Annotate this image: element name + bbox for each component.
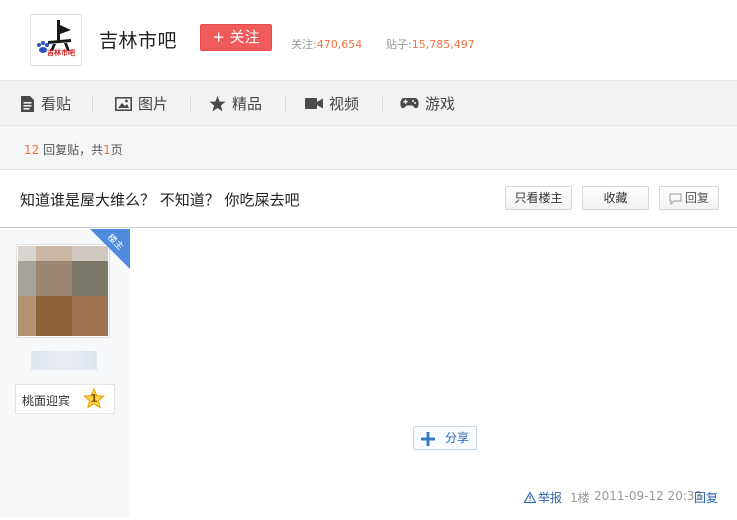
- favorite-button[interactable]: 收藏: [582, 186, 649, 210]
- nav-item-videos[interactable]: 视频: [305, 81, 359, 126]
- warning-icon: [524, 492, 536, 503]
- nav-divider: [285, 97, 286, 111]
- thread-title: 知道谁是屋大维么？ 不知道？ 你吃屎去吧: [20, 191, 300, 209]
- nav-label-videos: 视频: [329, 95, 360, 113]
- thread-title-bar: 知道谁是屋大维么？ 不知道？ 你吃屎去吧 只看楼主 收藏 回复: [0, 170, 737, 228]
- reply-count: 12: [24, 143, 40, 157]
- nav-label-featured: 精品: [232, 95, 263, 113]
- report-link[interactable]: 举报: [524, 489, 562, 506]
- nav-label-posts: 看贴: [41, 95, 72, 113]
- document-icon: [21, 95, 34, 112]
- speech-bubble-icon: [669, 193, 682, 206]
- posts-stat-count: 15,785,497: [411, 38, 475, 51]
- plus-share-icon: [421, 432, 435, 446]
- bar-name[interactable]: 吉林市吧: [99, 26, 177, 53]
- forum-header: 吉林市吧 吉林市吧 + 关注 关注:470,654 贴子:15,785,497: [0, 0, 737, 80]
- post-reply-link[interactable]: 回复: [694, 489, 718, 506]
- username-redacted[interactable]: [31, 351, 97, 370]
- bar-logo[interactable]: 吉林市吧: [30, 14, 82, 66]
- report-label: 举报: [538, 491, 563, 505]
- reply-button-label: 回复: [684, 191, 709, 205]
- user-level-tag[interactable]: 桃面迎宾 1: [15, 384, 115, 414]
- post-floor-1: 楼主 桃面迎宾 1 分享 举报 1楼 2011-09-12 20:33 回复: [0, 229, 737, 520]
- video-camera-icon: [305, 98, 323, 109]
- reply-button[interactable]: 回复: [659, 186, 719, 210]
- follow-stat: 关注:470,654: [291, 36, 362, 52]
- nav-item-games[interactable]: 游戏: [400, 81, 455, 126]
- share-label: 分享: [445, 431, 470, 445]
- nav-divider: [190, 97, 191, 111]
- nav-label-images: 图片: [138, 95, 169, 113]
- level-name: 桃面迎宾: [22, 394, 71, 408]
- thread-info-bar: 12 回复贴，共1页: [0, 126, 737, 170]
- page-count-label: 页: [110, 143, 123, 157]
- author-column: 楼主 桃面迎宾 1: [0, 229, 130, 517]
- forum-nav: 看贴 图片 精品 视频 游戏: [0, 80, 737, 126]
- follow-stat-label: 关注:: [291, 38, 317, 51]
- nav-label-games: 游戏: [425, 95, 456, 113]
- level-number: 1: [90, 392, 98, 405]
- follow-stat-count: 470,654: [316, 38, 363, 51]
- nav-divider: [92, 97, 93, 111]
- floor-number: 1楼: [570, 491, 590, 505]
- nav-item-images[interactable]: 图片: [115, 81, 168, 126]
- bar-logo-text: 吉林市吧: [47, 49, 75, 57]
- posts-stat-label: 贴子:: [386, 38, 412, 51]
- only-op-button[interactable]: 只看楼主: [505, 186, 572, 210]
- nav-item-posts[interactable]: 看贴: [20, 81, 71, 126]
- nav-item-featured[interactable]: 精品: [209, 81, 262, 126]
- level-star-icon: 1: [82, 387, 106, 410]
- reply-count-label: 回复贴，共: [43, 143, 104, 157]
- share-button[interactable]: 分享: [413, 426, 477, 450]
- reply-count-info: 12 回复贴，共1页: [24, 141, 123, 158]
- star-icon: [209, 95, 226, 111]
- post-time: 2011-09-12 20:33: [594, 489, 703, 503]
- gamepad-icon: [400, 98, 419, 109]
- nav-divider: [382, 97, 383, 111]
- page-count: 1: [103, 143, 111, 157]
- op-badge: 楼主: [90, 229, 130, 269]
- follow-button[interactable]: + 关注: [200, 24, 272, 51]
- posts-stat: 贴子:15,785,497: [386, 36, 475, 52]
- image-icon: [115, 96, 132, 111]
